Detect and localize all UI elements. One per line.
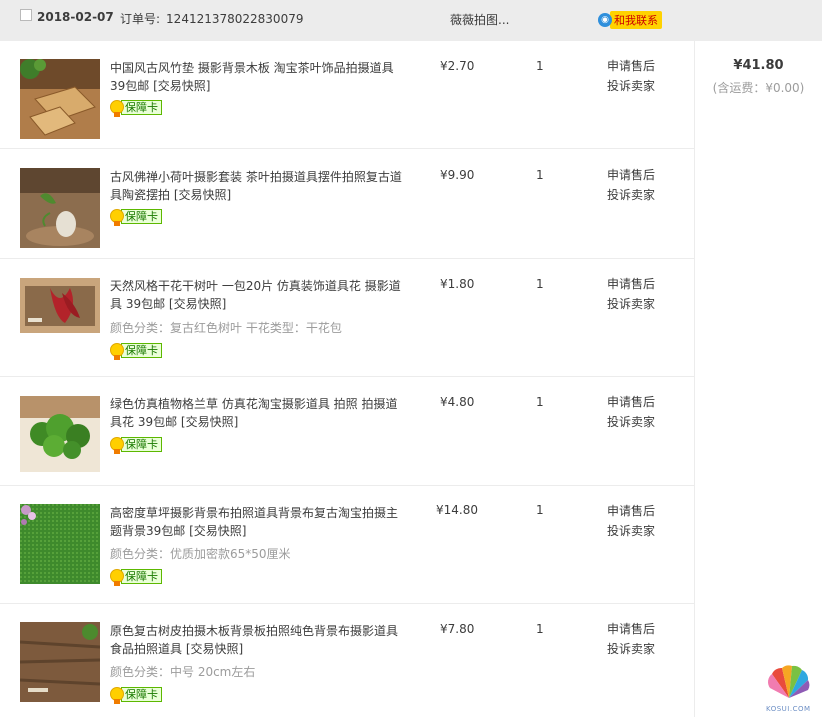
- snapshot-link[interactable]: [交易快照]: [169, 297, 226, 311]
- product-title-link[interactable]: 原色复古树皮拍摄木板背景板拍照纯色背景布摄影道具食品拍照道具 [交易快照]: [110, 622, 405, 658]
- watermark-text: KOSUI.COM: [766, 705, 811, 713]
- product-thumbnail[interactable]: [20, 59, 100, 139]
- complain-seller-link[interactable]: 投诉卖家: [607, 412, 655, 432]
- contact-seller-button[interactable]: ◉ 和我联系: [598, 10, 662, 29]
- apply-after-sale-link[interactable]: 申请售后: [607, 165, 655, 185]
- sku-attributes: 颜色分类：复古红色树叶 干花类型：干花包: [110, 321, 342, 335]
- apply-after-sale-link[interactable]: 申请售后: [607, 56, 655, 76]
- guarantee-medal-icon: [110, 569, 124, 586]
- quantity: 1: [536, 277, 544, 291]
- product-thumbnail[interactable]: [20, 622, 100, 702]
- apply-after-sale-link[interactable]: 申请售后: [607, 274, 655, 294]
- product-thumbnail[interactable]: [20, 504, 100, 584]
- guarantee-medal-icon: [110, 343, 124, 360]
- row-actions: 申请售后 投诉卖家: [607, 274, 655, 314]
- unit-price: ¥7.80: [440, 622, 475, 636]
- order-item-row: 高密度草坪摄影背景布拍照道具背景布复古淘宝拍摄主题背景39包邮 [交易快照] 颜…: [0, 486, 694, 604]
- total-column-divider: [694, 41, 695, 717]
- unit-price: ¥14.80: [436, 503, 478, 517]
- complain-seller-link[interactable]: 投诉卖家: [607, 521, 655, 541]
- snapshot-link[interactable]: [交易快照]: [174, 188, 231, 202]
- quantity: 1: [536, 622, 544, 636]
- unit-price: ¥2.70: [440, 59, 475, 73]
- order-total: ¥41.80 (含运费：¥0.00): [695, 58, 822, 96]
- product-title[interactable]: 高密度草坪摄影背景布拍照道具背景布复古淘宝拍摄主题背景39包邮: [110, 506, 398, 538]
- sku-attributes: 颜色分类：优质加密款65*50厘米: [110, 547, 291, 561]
- quantity: 1: [536, 59, 544, 73]
- shop-name-link[interactable]: 薇薇拍图...: [450, 11, 509, 28]
- apply-after-sale-link[interactable]: 申请售后: [607, 392, 655, 412]
- order-item-row: 绿色仿真植物格兰草 仿真花淘宝摄影道具 拍照 拍摄道具花 39包邮 [交易快照]…: [0, 377, 694, 486]
- guarantee-card-label: 保障卡: [121, 568, 162, 584]
- guarantee-medal-icon: [110, 100, 124, 117]
- unit-price: ¥9.90: [440, 168, 475, 182]
- complain-seller-link[interactable]: 投诉卖家: [607, 294, 655, 314]
- wangwang-chat-icon: ◉: [598, 12, 612, 27]
- guarantee-card-label: 保障卡: [121, 342, 162, 358]
- guarantee-card-badge[interactable]: 保障卡: [110, 436, 162, 454]
- product-title-link[interactable]: 天然风格干花干树叶 一包20片 仿真装饰道具花 摄影道具 39包邮 [交易快照]: [110, 277, 405, 313]
- order-number: 124121378022830079: [166, 12, 304, 26]
- complain-seller-link[interactable]: 投诉卖家: [607, 185, 655, 205]
- order-date: 2018-02-07: [37, 10, 114, 24]
- row-actions: 申请售后 投诉卖家: [607, 501, 655, 541]
- guarantee-medal-icon: [110, 437, 124, 454]
- quantity: 1: [536, 503, 544, 517]
- total-amount: ¥41.80: [733, 58, 784, 73]
- guarantee-card-badge[interactable]: 保障卡: [110, 208, 162, 226]
- guarantee-medal-icon: [110, 209, 124, 226]
- order-number-group: 订单号: 124121378022830079: [120, 10, 303, 27]
- product-title[interactable]: 天然风格干花干树叶 一包20片 仿真装饰道具花 摄影道具 39包邮: [110, 279, 401, 311]
- shipping-fee: (含运费：¥0.00): [712, 81, 805, 95]
- snapshot-link[interactable]: [交易快照]: [186, 642, 243, 656]
- complain-seller-link[interactable]: 投诉卖家: [607, 76, 655, 96]
- product-title-link[interactable]: 中国风古风竹垫 摄影背景木板 淘宝茶叶饰品拍摄道具 39包邮 [交易快照]: [110, 59, 405, 95]
- row-actions: 申请售后 投诉卖家: [607, 392, 655, 432]
- row-actions: 申请售后 投诉卖家: [607, 56, 655, 96]
- unit-price: ¥4.80: [440, 395, 475, 409]
- apply-after-sale-link[interactable]: 申请售后: [607, 501, 655, 521]
- guarantee-card-label: 保障卡: [121, 686, 162, 702]
- product-title[interactable]: 绿色仿真植物格兰草 仿真花淘宝摄影道具 拍照 拍摄道具花 39包邮: [110, 397, 397, 429]
- contact-seller-label: 和我联系: [610, 10, 662, 29]
- complain-seller-link[interactable]: 投诉卖家: [607, 639, 655, 659]
- product-title-link[interactable]: 高密度草坪摄影背景布拍照道具背景布复古淘宝拍摄主题背景39包邮 [交易快照]: [110, 504, 405, 540]
- guarantee-card-label: 保障卡: [121, 436, 162, 452]
- guarantee-card-label: 保障卡: [121, 99, 162, 115]
- product-thumbnail[interactable]: [20, 278, 100, 333]
- guarantee-card-badge[interactable]: 保障卡: [110, 568, 162, 586]
- order-header: 2018-02-07 订单号: 124121378022830079 薇薇拍图..…: [0, 0, 822, 41]
- order-select-checkbox[interactable]: [20, 9, 32, 21]
- quantity: 1: [536, 395, 544, 409]
- guarantee-card-badge[interactable]: 保障卡: [110, 686, 162, 704]
- row-actions: 申请售后 投诉卖家: [607, 619, 655, 659]
- snapshot-link[interactable]: [交易快照]: [181, 415, 238, 429]
- product-thumbnail[interactable]: [20, 168, 100, 248]
- guarantee-card-badge[interactable]: 保障卡: [110, 342, 162, 360]
- order-item-row: 原色复古树皮拍摄木板背景板拍照纯色背景布摄影道具食品拍照道具 [交易快照] 颜色…: [0, 604, 694, 717]
- product-title[interactable]: 古风佛禅小荷叶摄影套装 茶叶拍摄道具摆件拍照复古道具陶瓷摆拍: [110, 170, 402, 202]
- snapshot-link[interactable]: [交易快照]: [189, 524, 246, 538]
- guarantee-medal-icon: [110, 687, 124, 704]
- guarantee-card-label: 保障卡: [121, 208, 162, 224]
- order-item-row: 中国风古风竹垫 摄影背景木板 淘宝茶叶饰品拍摄道具 39包邮 [交易快照] 保障…: [0, 41, 694, 149]
- product-title-link[interactable]: 古风佛禅小荷叶摄影套装 茶叶拍摄道具摆件拍照复古道具陶瓷摆拍 [交易快照]: [110, 168, 405, 204]
- order-number-label: 订单号:: [120, 12, 161, 26]
- snapshot-link[interactable]: [交易快照]: [153, 79, 210, 93]
- product-thumbnail[interactable]: [20, 396, 100, 472]
- order-item-row: 天然风格干花干树叶 一包20片 仿真装饰道具花 摄影道具 39包邮 [交易快照]…: [0, 259, 694, 377]
- row-actions: 申请售后 投诉卖家: [607, 165, 655, 205]
- quantity: 1: [536, 168, 544, 182]
- product-title-link[interactable]: 绿色仿真植物格兰草 仿真花淘宝摄影道具 拍照 拍摄道具花 39包邮 [交易快照]: [110, 395, 405, 431]
- sku-attributes: 颜色分类：中号 20cm左右: [110, 665, 256, 679]
- apply-after-sale-link[interactable]: 申请售后: [607, 619, 655, 639]
- unit-price: ¥1.80: [440, 277, 475, 291]
- order-item-row: 古风佛禅小荷叶摄影套装 茶叶拍摄道具摆件拍照复古道具陶瓷摆拍 [交易快照] 保障…: [0, 149, 694, 259]
- watermark-logo-icon: KOSUI.COM: [764, 660, 814, 715]
- guarantee-card-badge[interactable]: 保障卡: [110, 99, 162, 117]
- product-title[interactable]: 原色复古树皮拍摄木板背景板拍照纯色背景布摄影道具食品拍照道具: [110, 624, 398, 656]
